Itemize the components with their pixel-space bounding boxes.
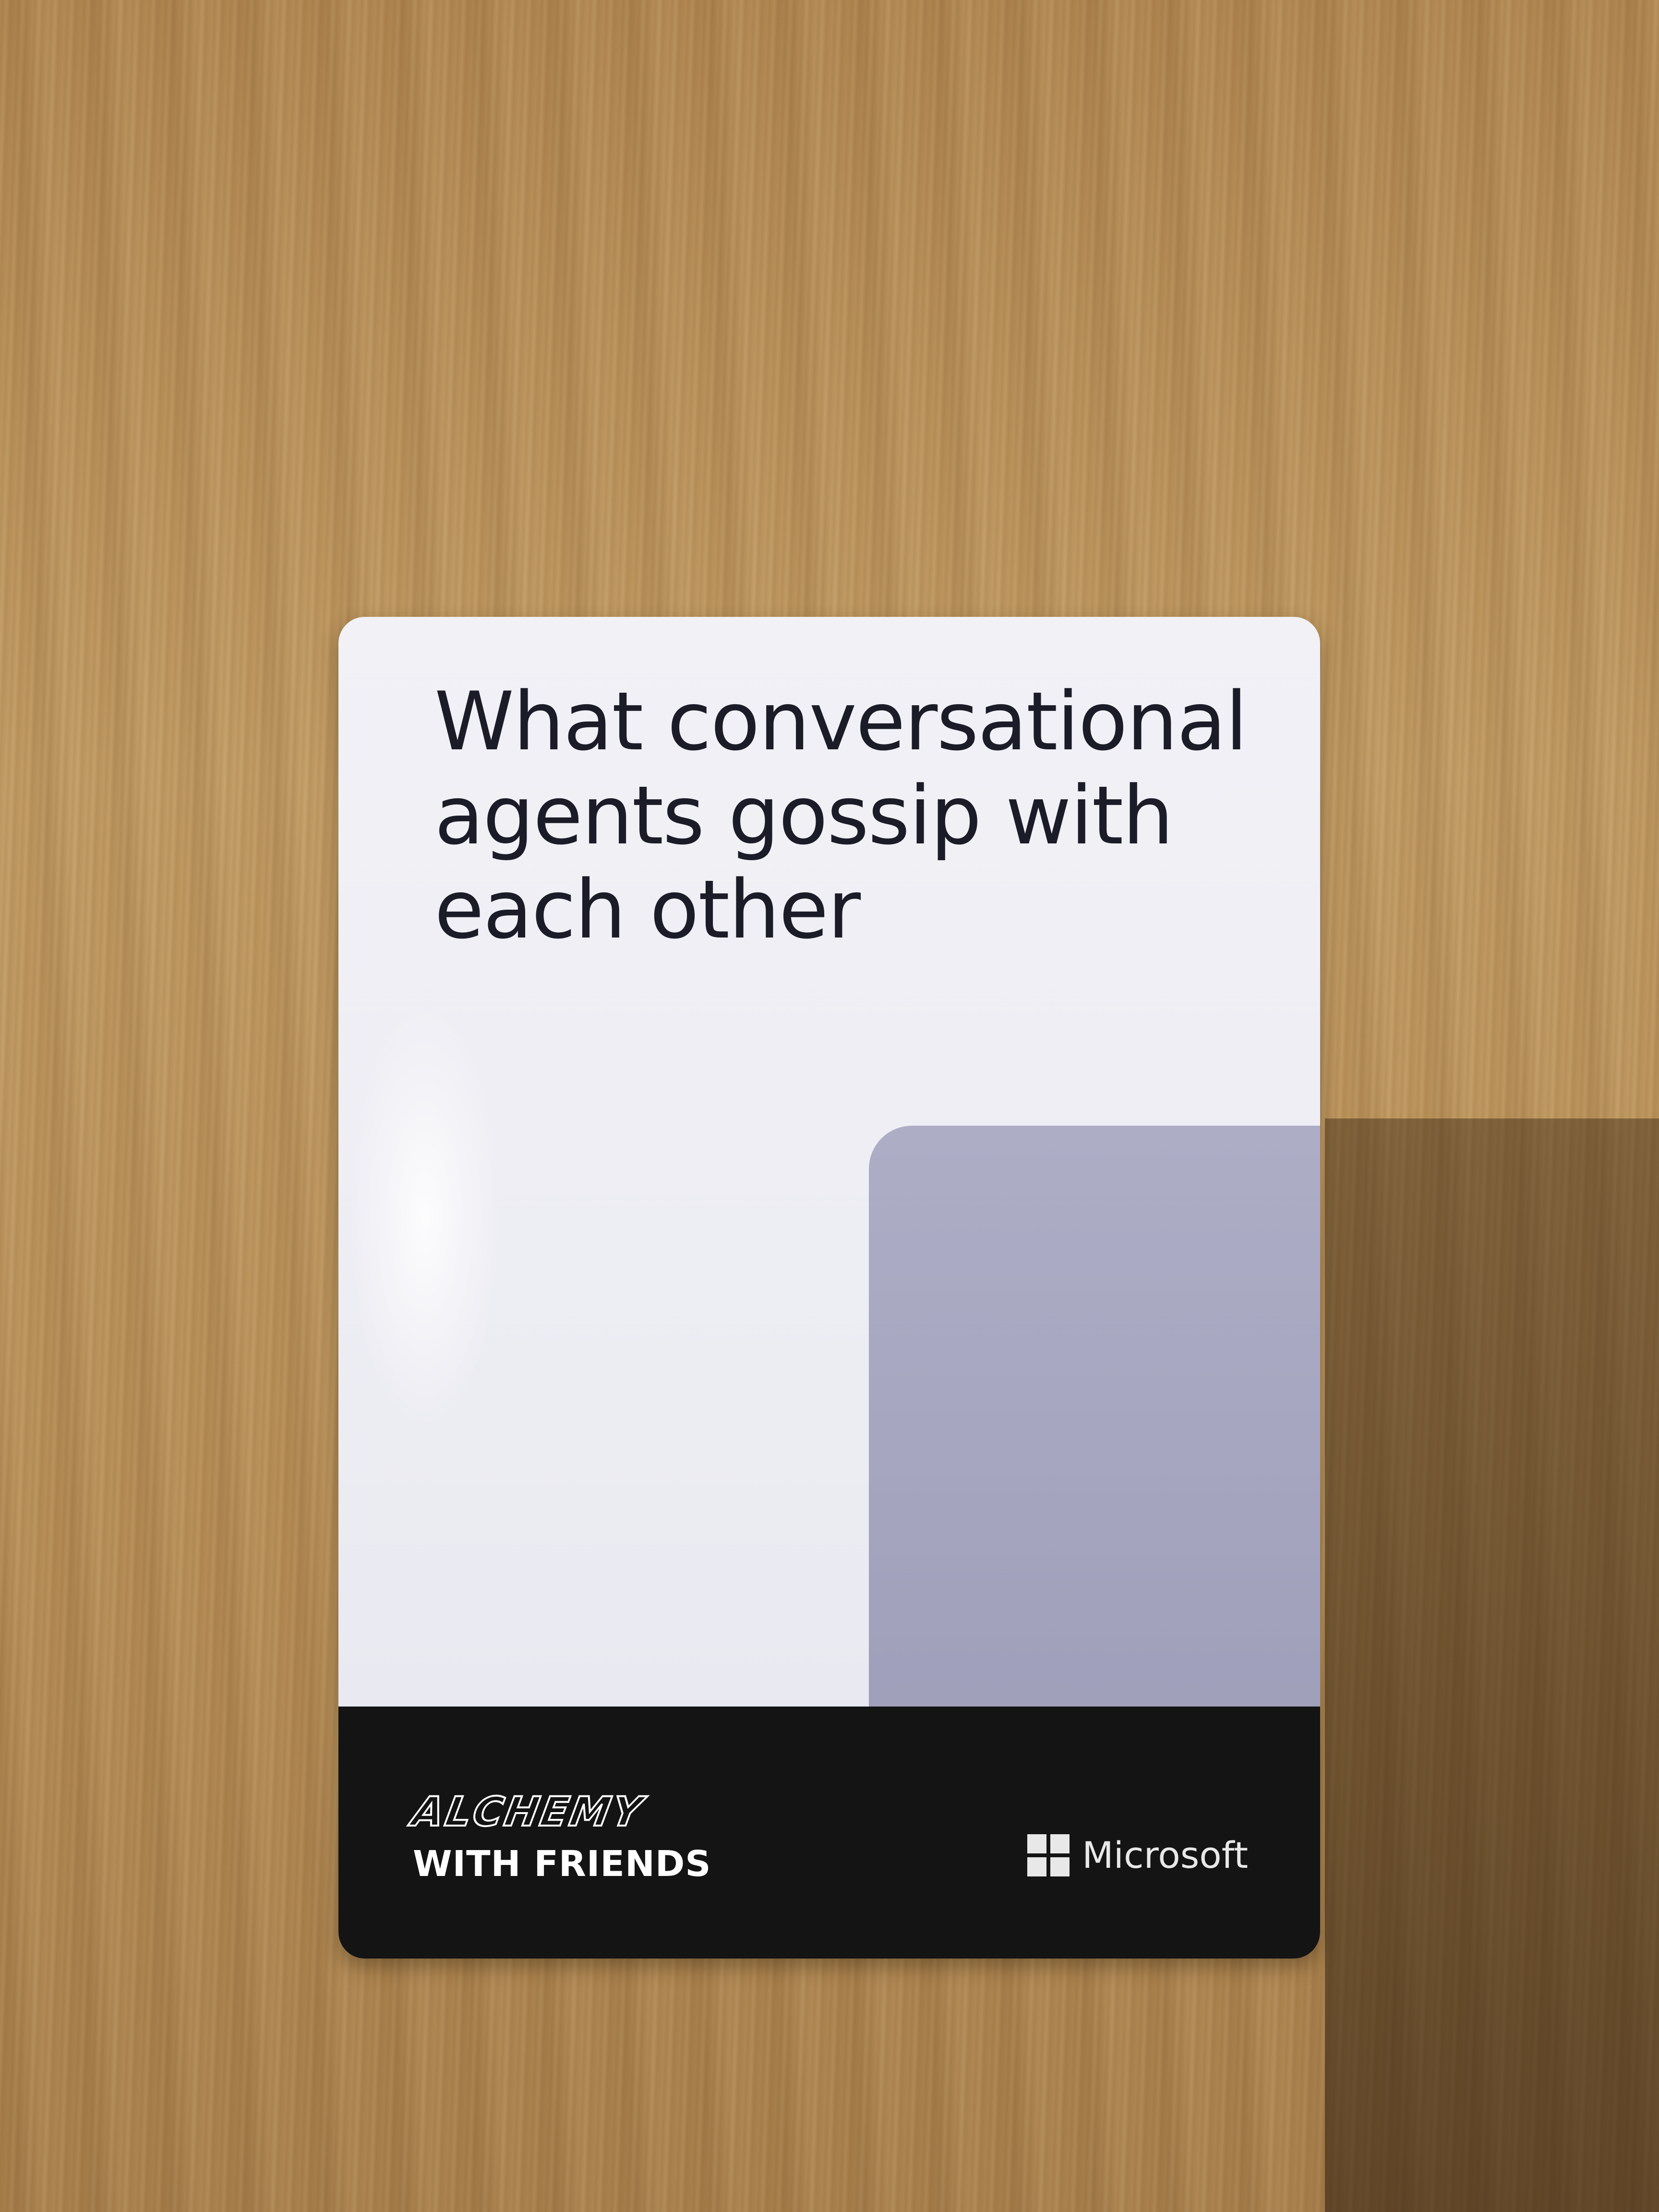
with-friends-tagline: WITH FRIENDS	[413, 1843, 711, 1885]
card-glare	[348, 1001, 502, 1433]
card-prompt: What conversational agents gossip with e…	[434, 674, 1250, 957]
table-shadow	[1325, 1118, 1659, 2212]
microsoft-brand-name: Microsoft	[1082, 1834, 1248, 1876]
game-card: What conversational agents gossip with e…	[338, 617, 1320, 1959]
alchemy-logo-text: ALCHEMY	[408, 1787, 649, 1836]
prompt-line: each other	[434, 863, 861, 957]
prompt-line: What conversational	[434, 674, 1248, 769]
microsoft-logo-icon	[1027, 1834, 1070, 1876]
prompt-line: agents gossip with	[434, 769, 1174, 863]
microsoft-brand: Microsoft	[1027, 1834, 1248, 1876]
card-footer: ALCHEMY WITH FRIENDS Microsoft	[338, 1707, 1320, 1959]
